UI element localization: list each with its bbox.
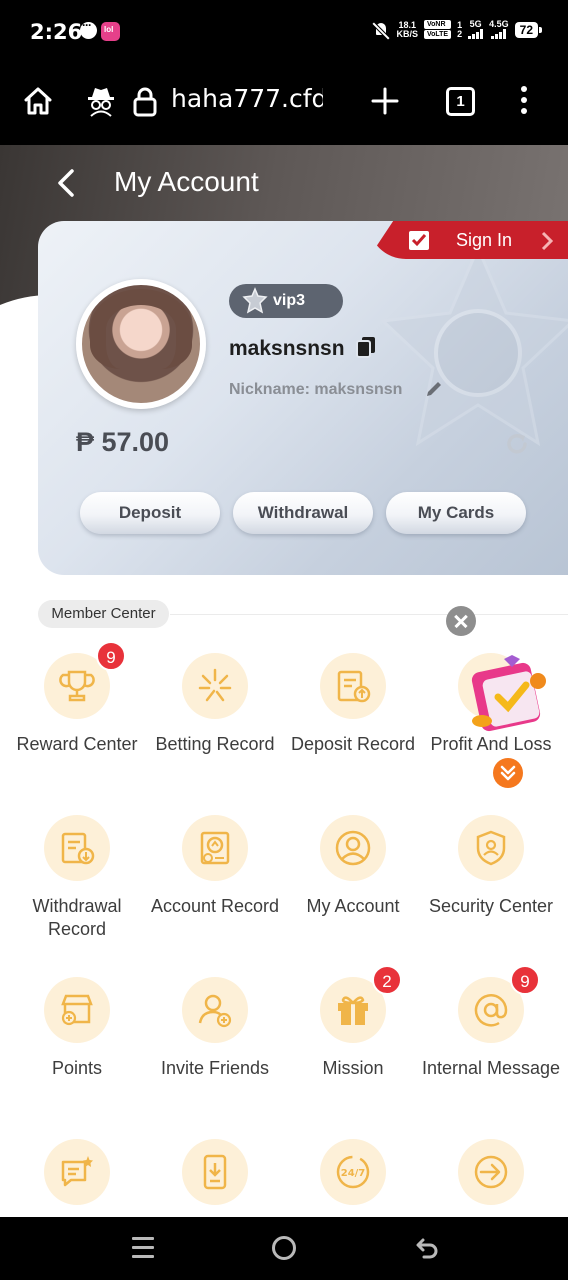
vip-badge[interactable]: vip3 xyxy=(229,284,343,318)
vip-level: vip3 xyxy=(273,292,306,309)
network-type-1: 5G xyxy=(469,19,482,29)
sign-in-label: Sign In xyxy=(456,230,513,250)
notification-badge: 9 xyxy=(510,965,540,995)
close-icon[interactable] xyxy=(446,606,476,636)
sim-numbers: 1 2 xyxy=(457,20,463,39)
withdrawal-button[interactable]: Withdrawal xyxy=(233,492,373,534)
points-icon xyxy=(44,977,110,1043)
checkin-icon xyxy=(409,231,429,250)
menu-item-label: Reward Center xyxy=(16,734,138,754)
refresh-icon[interactable] xyxy=(504,431,530,457)
deposit-record-icon xyxy=(320,653,386,719)
support-24-7-icon: 24/7 xyxy=(320,1139,386,1205)
edit-pencil-icon[interactable] xyxy=(424,379,444,399)
back-icon[interactable] xyxy=(414,1235,440,1261)
volte-label: VoLTE xyxy=(423,30,452,39)
avatar[interactable] xyxy=(76,279,206,409)
sim2-label: 2 xyxy=(457,28,463,39)
menu-item-label: Profit And Loss xyxy=(416,733,566,756)
username: maksnsnsn xyxy=(229,337,345,360)
menu-item-label: Points xyxy=(51,1058,103,1078)
signal-bars-icon xyxy=(491,29,507,39)
invite-icon xyxy=(182,977,248,1043)
menu-item-label: Withdrawal Record xyxy=(32,896,122,939)
tab-count-button[interactable]: 1 xyxy=(446,87,475,116)
divider xyxy=(170,614,568,615)
avatar-hair xyxy=(90,289,192,369)
page-title: My Account xyxy=(114,166,259,197)
app-notification-icon xyxy=(101,22,120,41)
status-time: 2:26 xyxy=(30,20,83,44)
account-card: Sign In vip3 maksnsnsn Nickname: maksnsn… xyxy=(38,221,568,575)
network-type-2: 4.5G xyxy=(489,19,509,29)
more-menu-icon[interactable] xyxy=(516,86,532,118)
mute-icon xyxy=(372,21,390,39)
signal-2: 4.5G xyxy=(489,20,509,39)
menu-item-label: Deposit Record xyxy=(290,734,416,754)
back-arrow-icon[interactable] xyxy=(52,165,80,201)
logout-icon xyxy=(458,1139,524,1205)
profit-loss-label: Profit And Loss xyxy=(430,734,552,754)
chevron-right-icon xyxy=(541,231,554,251)
status-indicators: 18.1 KB/S VoNR VoLTE 1 2 5G 4.5G 72 xyxy=(372,19,543,39)
signal-bars-icon xyxy=(468,29,484,39)
download-app-icon xyxy=(182,1139,248,1205)
my-cards-button[interactable]: My Cards xyxy=(386,492,526,534)
home-button-icon[interactable] xyxy=(272,1236,296,1260)
url-bar[interactable]: haha777.cfd/ xyxy=(171,84,323,113)
nickname: Nickname: maksnsnsn xyxy=(229,381,403,398)
copy-icon[interactable] xyxy=(356,336,376,358)
feedback-icon xyxy=(44,1139,110,1205)
menu-item-label: Internal Message xyxy=(421,1058,561,1078)
shield-icon xyxy=(458,815,524,881)
sign-in-button[interactable]: Sign In xyxy=(368,221,568,259)
promo-gift-box-icon[interactable] xyxy=(468,653,554,733)
status-bar: 2:26 18.1 KB/S VoNR VoLTE 1 2 5G 4.5G 72 xyxy=(0,0,568,64)
network-speed-unit: KB/S xyxy=(396,28,418,39)
chat-notification-icon xyxy=(80,18,97,39)
lock-icon xyxy=(133,87,157,117)
svg-text:24/7: 24/7 xyxy=(341,1168,366,1179)
menu-item-label: Account Record xyxy=(150,896,280,916)
new-tab-icon[interactable] xyxy=(370,86,400,116)
notification-badge: 2 xyxy=(372,965,402,995)
member-center-title: Member Center xyxy=(38,600,169,628)
account-record-icon xyxy=(182,815,248,881)
vonr-label: VoNR xyxy=(423,20,452,29)
home-icon[interactable] xyxy=(22,85,54,117)
battery-indicator: 72 xyxy=(514,21,543,38)
incognito-icon[interactable] xyxy=(86,85,116,117)
vip-star-watermark-icon xyxy=(379,244,568,447)
signal-1: 5G xyxy=(468,19,484,39)
menu-item-label: Invite Friends xyxy=(160,1058,270,1078)
deposit-button[interactable]: Deposit xyxy=(80,492,220,534)
network-speed: 18.1 KB/S xyxy=(396,20,418,39)
menu-item-label: Security Center xyxy=(428,896,554,916)
menu-item-label: Mission xyxy=(322,1058,384,1078)
betting-record-icon xyxy=(182,653,248,719)
withdrawal-record-icon xyxy=(44,815,110,881)
chevron-down-icon[interactable] xyxy=(493,758,523,788)
vip-medal-icon xyxy=(242,287,268,314)
menu-item-label: My Account xyxy=(306,896,400,916)
page-content: My Account Sign In vip3 maksnsnsn Nickna… xyxy=(0,145,568,1217)
volte-indicator: VoNR VoLTE xyxy=(423,20,452,39)
browser-toolbar: haha777.cfd/ 1 xyxy=(0,64,568,145)
recent-apps-icon[interactable] xyxy=(132,1237,154,1259)
menu-item-label: Betting Record xyxy=(155,734,275,754)
user-icon xyxy=(320,815,386,881)
notification-badge: 9 xyxy=(96,641,126,671)
system-nav-bar xyxy=(0,1217,568,1280)
balance-amount: ₱ 57.00 xyxy=(76,427,170,457)
